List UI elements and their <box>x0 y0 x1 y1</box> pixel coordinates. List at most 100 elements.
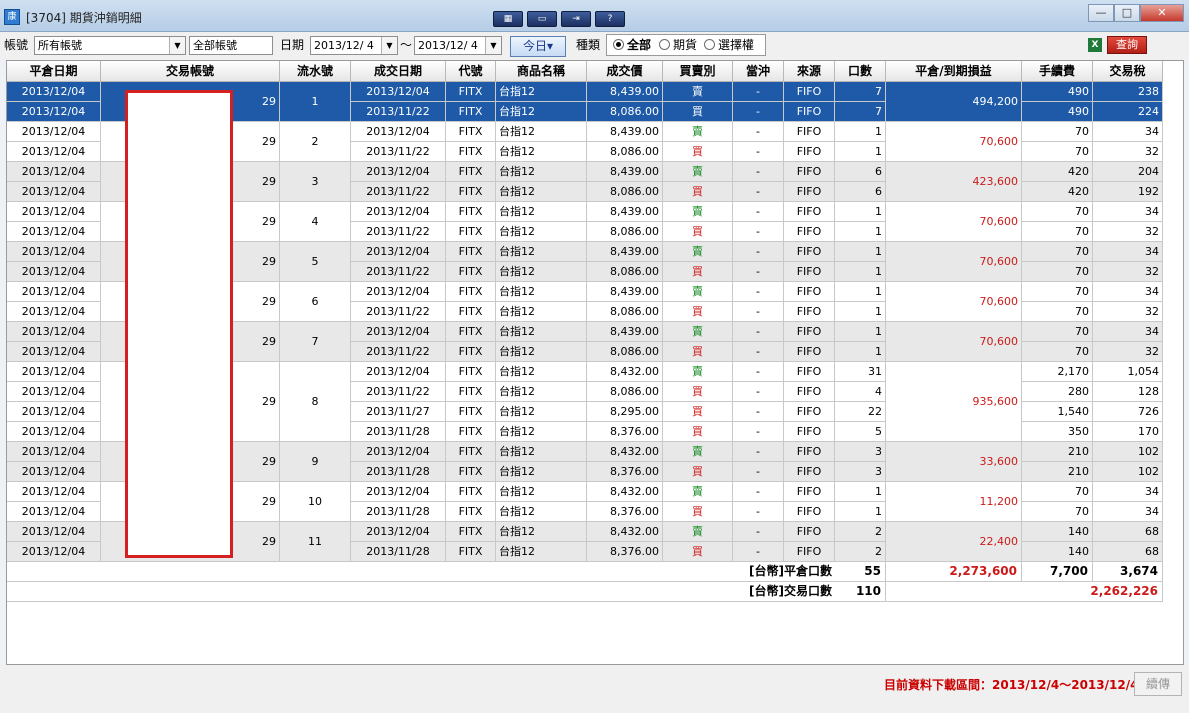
query-button[interactable]: 查詢 <box>1107 36 1147 54</box>
source-cell: FIFO <box>784 182 835 202</box>
fee-cell: 70 <box>1022 482 1093 502</box>
date-to-picker[interactable]: 2013/12/ 4 ▼ <box>414 36 502 55</box>
source-cell: FIFO <box>784 162 835 182</box>
price-cell: 8,086.00 <box>587 302 663 322</box>
daytrade-cell: - <box>733 502 784 522</box>
code-cell: FITX <box>446 382 496 402</box>
product-name-cell: 台指12 <box>496 542 587 562</box>
col-header-pnl[interactable]: 平倉/到期損益 <box>886 61 1022 82</box>
col-header-code[interactable]: 代號 <box>446 61 496 82</box>
col-header-close-date[interactable]: 平倉日期 <box>7 61 101 82</box>
col-header-price[interactable]: 成交價 <box>587 61 663 82</box>
close-button[interactable]: ✕ <box>1140 4 1184 22</box>
price-cell: 8,086.00 <box>587 342 663 362</box>
code-cell: FITX <box>446 542 496 562</box>
redaction-box <box>125 90 233 558</box>
fee-cell: 210 <box>1022 462 1093 482</box>
trade-date-cell: 2013/12/04 <box>351 362 446 382</box>
date-from-picker[interactable]: 2013/12/ 4 ▼ <box>310 36 398 55</box>
fee-cell: 350 <box>1022 422 1093 442</box>
col-header-source[interactable]: 來源 <box>784 61 835 82</box>
daytrade-cell: - <box>733 202 784 222</box>
title-bar: 康 [3704] 期貨沖銷明細 ▦ ▭ ⇥ ? — □ ✕ <box>0 0 1189 32</box>
tax-cell: 34 <box>1093 482 1163 502</box>
code-cell: FITX <box>446 322 496 342</box>
maximize-button[interactable]: □ <box>1114 4 1140 22</box>
product-name-cell: 台指12 <box>496 402 587 422</box>
col-header-fee[interactable]: 手續費 <box>1022 61 1093 82</box>
tax-cell: 34 <box>1093 242 1163 262</box>
minimize-button[interactable]: — <box>1088 4 1114 22</box>
pnl-cell: 22,400 <box>886 522 1022 562</box>
help-icon[interactable]: ? <box>595 11 625 27</box>
kind-radio-futures[interactable] <box>659 39 670 50</box>
qty-cell: 1 <box>835 282 886 302</box>
price-cell: 8,086.00 <box>587 142 663 162</box>
fee-cell: 70 <box>1022 302 1093 322</box>
kind-radio-options[interactable] <box>704 39 715 50</box>
account-select[interactable]: 所有帳號 ▼ <box>34 36 186 55</box>
resume-button[interactable]: 續傳 <box>1134 672 1182 696</box>
screen-icon[interactable]: ⇥ <box>561 11 591 27</box>
trade-date-cell: 2013/11/22 <box>351 222 446 242</box>
kind-option-futures[interactable]: 期貨 <box>673 36 697 54</box>
source-cell: FIFO <box>784 422 835 442</box>
col-header-product-name[interactable]: 商品名稱 <box>496 61 587 82</box>
pnl-cell: 11,200 <box>886 482 1022 522</box>
trade-date-cell: 2013/11/28 <box>351 502 446 522</box>
col-header-qty[interactable]: 口數 <box>835 61 886 82</box>
price-cell: 8,086.00 <box>587 382 663 402</box>
excel-icon[interactable]: X <box>1088 38 1102 52</box>
close-fee-total: 7,700 <box>1022 562 1093 582</box>
daytrade-cell: - <box>733 442 784 462</box>
fee-cell: 70 <box>1022 342 1093 362</box>
col-header-serial[interactable]: 流水號 <box>280 61 351 82</box>
kind-radio-all[interactable] <box>613 39 624 50</box>
tax-cell: 34 <box>1093 282 1163 302</box>
price-cell: 8,432.00 <box>587 522 663 542</box>
trade-date-cell: 2013/12/04 <box>351 482 446 502</box>
window-icon[interactable]: ▭ <box>527 11 557 27</box>
code-cell: FITX <box>446 442 496 462</box>
product-name-cell: 台指12 <box>496 322 587 342</box>
chevron-down-icon[interactable]: ▼ <box>169 37 185 54</box>
side-cell: 賣 <box>663 362 733 382</box>
code-cell: FITX <box>446 342 496 362</box>
source-cell: FIFO <box>784 442 835 462</box>
price-cell: 8,376.00 <box>587 462 663 482</box>
kind-option-options[interactable]: 選擇權 <box>718 36 754 54</box>
side-cell: 賣 <box>663 242 733 262</box>
chevron-down-icon[interactable]: ▼ <box>381 37 397 54</box>
col-header-tax[interactable]: 交易稅 <box>1093 61 1163 82</box>
code-cell: FITX <box>446 402 496 422</box>
tax-cell: 32 <box>1093 262 1163 282</box>
serial-cell: 1 <box>280 82 351 122</box>
account-name-field[interactable]: 全部帳號 <box>189 36 273 55</box>
price-cell: 8,086.00 <box>587 222 663 242</box>
daytrade-cell: - <box>733 182 784 202</box>
trade-date-cell: 2013/11/28 <box>351 422 446 442</box>
tax-cell: 34 <box>1093 322 1163 342</box>
kind-option-all[interactable]: 全部 <box>627 36 651 54</box>
col-header-trade-date[interactable]: 成交日期 <box>351 61 446 82</box>
serial-cell: 4 <box>280 202 351 242</box>
col-header-daytrade[interactable]: 當沖 <box>733 61 784 82</box>
source-cell: FIFO <box>784 122 835 142</box>
col-header-side[interactable]: 買賣別 <box>663 61 733 82</box>
product-name-cell: 台指12 <box>496 162 587 182</box>
qty-cell: 1 <box>835 342 886 362</box>
daytrade-cell: - <box>733 242 784 262</box>
qty-cell: 22 <box>835 402 886 422</box>
col-header-account[interactable]: 交易帳號 <box>101 61 280 82</box>
tax-cell: 192 <box>1093 182 1163 202</box>
today-button[interactable]: 今日▾ <box>510 36 566 57</box>
qty-cell: 1 <box>835 302 886 322</box>
window-title: [3704] 期貨沖銷明細 <box>26 11 142 25</box>
pnl-cell: 70,600 <box>886 322 1022 362</box>
source-cell: FIFO <box>784 482 835 502</box>
layout-icon[interactable]: ▦ <box>493 11 523 27</box>
fee-cell: 420 <box>1022 182 1093 202</box>
daytrade-cell: - <box>733 102 784 122</box>
chevron-down-icon[interactable]: ▼ <box>485 37 501 54</box>
qty-cell: 1 <box>835 482 886 502</box>
